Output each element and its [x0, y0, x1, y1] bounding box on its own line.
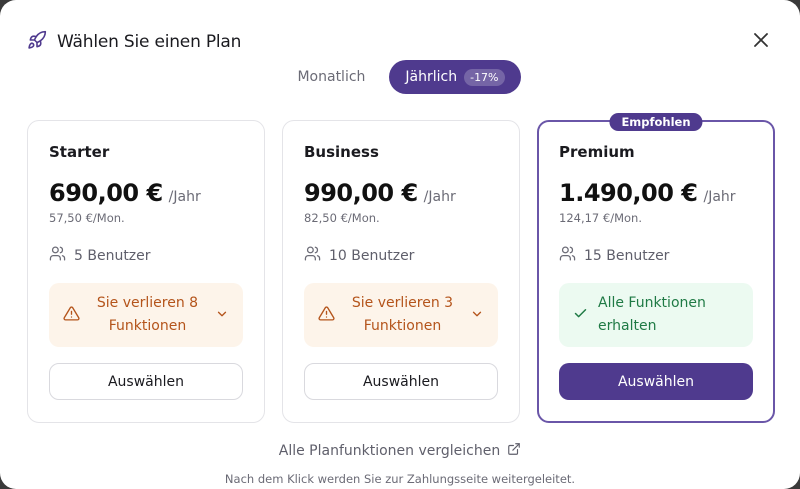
price-row: 690,00 € /Jahr — [49, 179, 243, 207]
plan-users: 5 Benutzer — [49, 245, 243, 266]
plan-dialog: Wählen Sie einen Plan Monatlich Jährlich… — [0, 0, 800, 489]
close-icon — [753, 32, 769, 52]
plan-card-business: Business 990,00 € /Jahr 82,50 €/Mon. 10 … — [282, 120, 520, 423]
price-row: 1.490,00 € /Jahr — [559, 179, 753, 207]
plan-name: Premium — [559, 143, 635, 161]
plan-users-label: 5 Benutzer — [74, 247, 151, 264]
plan-card-starter: Starter 690,00 € /Jahr 57,50 €/Mon. 5 Be… — [27, 120, 265, 423]
dialog-title: Wählen Sie einen Plan — [57, 32, 242, 52]
select-plan-button[interactable]: Auswählen — [304, 363, 498, 400]
warning-triangle-icon — [63, 305, 80, 326]
compare-features-label: Alle Planfunktionen vergleichen — [278, 443, 501, 459]
users-icon — [304, 245, 321, 266]
discount-badge: -17% — [464, 68, 505, 86]
plan-monthly-price: 82,50 €/Mon. — [304, 211, 380, 225]
plan-users-label: 15 Benutzer — [584, 247, 670, 264]
plan-users-label: 10 Benutzer — [329, 247, 415, 264]
plan-price: 1.490,00 € — [559, 179, 698, 207]
billing-option-yearly[interactable]: Jährlich -17% — [389, 60, 521, 94]
select-plan-button[interactable]: Auswählen — [559, 363, 753, 400]
chevron-down-icon — [215, 306, 229, 325]
feature-status-text: Sie verlieren 8 Funktionen — [96, 295, 199, 334]
plan-name: Starter — [49, 143, 110, 161]
feature-loss-expander[interactable]: Sie verlieren 8 Funktionen — [49, 283, 243, 347]
recommended-badge: Empfohlen — [609, 113, 703, 131]
close-button[interactable] — [750, 31, 772, 53]
plan-period: /Jahr — [703, 189, 736, 205]
plan-price: 990,00 € — [304, 179, 418, 207]
feature-status-text: Sie verlieren 3 Funktionen — [351, 295, 454, 334]
redirect-note: Nach dem Klick werden Sie zur Zahlungsse… — [224, 472, 576, 486]
plan-period: /Jahr — [423, 189, 456, 205]
plan-users: 10 Benutzer — [304, 245, 498, 266]
price-row: 990,00 € /Jahr — [304, 179, 498, 207]
plan-monthly-price: 124,17 €/Mon. — [559, 211, 642, 225]
billing-option-yearly-label: Jährlich — [405, 69, 458, 85]
check-icon — [573, 306, 588, 325]
users-icon — [559, 245, 576, 266]
billing-option-monthly-label: Monatlich — [297, 69, 366, 85]
users-icon — [49, 245, 66, 266]
dialog-header: Wählen Sie einen Plan — [27, 30, 241, 54]
plan-price: 690,00 € — [49, 179, 163, 207]
feature-loss-expander[interactable]: Sie verlieren 3 Funktionen — [304, 283, 498, 347]
chevron-down-icon — [470, 306, 484, 325]
plan-cards: Starter 690,00 € /Jahr 57,50 €/Mon. 5 Be… — [27, 113, 775, 423]
compare-features-link[interactable]: Alle Planfunktionen vergleichen — [0, 442, 800, 460]
plan-name: Business — [304, 143, 379, 161]
billing-toggle: Monatlich Jährlich -17% — [0, 60, 800, 94]
plan-card-premium: Empfohlen Premium 1.490,00 € /Jahr 124,1… — [537, 113, 775, 423]
plan-period: /Jahr — [168, 189, 201, 205]
billing-option-monthly[interactable]: Monatlich — [279, 60, 383, 94]
plan-monthly-price: 57,50 €/Mon. — [49, 211, 125, 225]
external-link-icon — [507, 442, 521, 460]
feature-retained-box: Alle Funktionen erhalten — [559, 283, 753, 347]
rocket-icon — [27, 30, 47, 54]
feature-status-text: Alle Funktionen erhalten — [598, 295, 706, 334]
select-plan-button[interactable]: Auswählen — [49, 363, 243, 400]
plan-users: 15 Benutzer — [559, 245, 753, 266]
warning-triangle-icon — [318, 305, 335, 326]
